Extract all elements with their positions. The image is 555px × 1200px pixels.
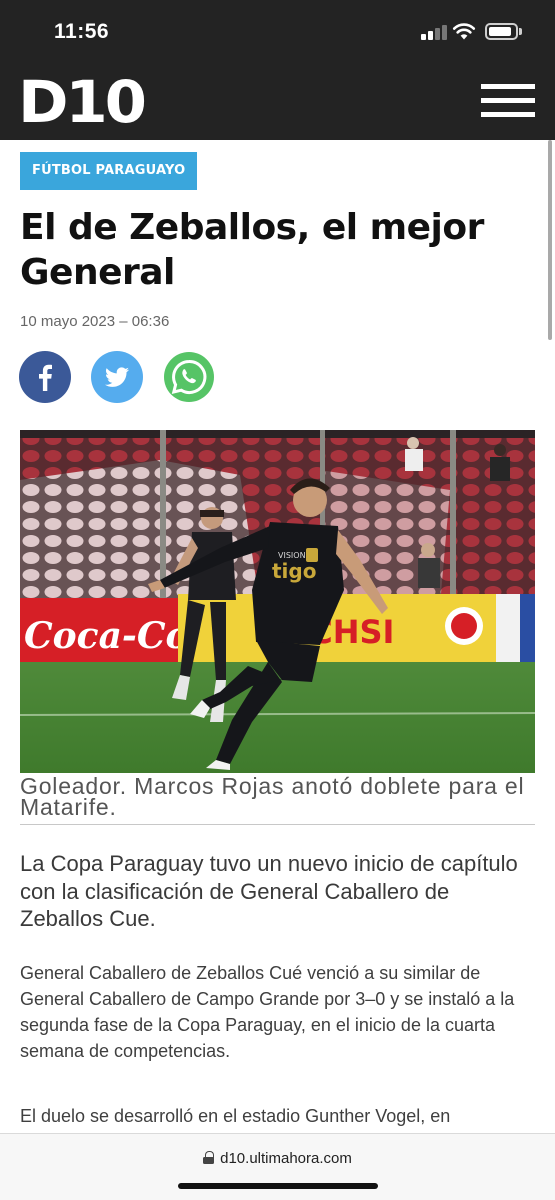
url-display[interactable]: d10.ultimahora.com [0, 1150, 555, 1167]
page-scrollbar[interactable] [548, 140, 552, 340]
site-header: D10 [0, 62, 555, 140]
share-whatsapp-button[interactable] [163, 351, 215, 403]
whatsapp-icon [164, 352, 214, 402]
battery-icon [485, 23, 518, 40]
jersey-sponsor: tigo [272, 559, 316, 583]
article-photo[interactable]: Coca-Cola OCHSI tigo VISION [20, 430, 535, 773]
article-lead: La Copa Paraguay tuvo un nuevo inicio de… [20, 851, 518, 931]
status-time: 11:56 [54, 20, 110, 43]
site-logo[interactable]: D10 [18, 68, 147, 136]
svg-text:VISION: VISION [278, 551, 306, 560]
facebook-icon [39, 364, 52, 391]
url-text: d10.ultimahora.com [220, 1150, 352, 1167]
soccer-player-celebrating-image: Coca-Cola OCHSI tigo VISION [20, 430, 535, 773]
share-facebook-button[interactable] [19, 351, 71, 403]
share-twitter-button[interactable] [91, 351, 143, 403]
status-bar: 11:56 [0, 0, 555, 62]
article-paragraph: General Caballero de Zeballos Cué venció… [20, 963, 515, 1061]
wifi-icon [452, 23, 476, 40]
twitter-icon [105, 367, 129, 387]
caption-divider [20, 824, 535, 825]
article-date: 10 mayo 2023 – 06:36 [20, 313, 170, 330]
article-paragraph: El duelo se desarrolló en el estadio Gun… [20, 1106, 451, 1126]
cellular-signal-icon [421, 25, 447, 40]
browser-address-bar[interactable]: d10.ultimahora.com [0, 1133, 555, 1200]
home-indicator[interactable] [178, 1183, 378, 1189]
article-headline: El de Zeballos, el mejor General [20, 207, 484, 293]
hamburger-menu-icon[interactable] [481, 84, 535, 118]
lock-icon [203, 1151, 215, 1164]
category-tag[interactable]: FÚTBOL PARAGUAYO [20, 152, 198, 190]
photo-caption: Goleador. Marcos Rojas anotó doblete par… [20, 773, 525, 820]
